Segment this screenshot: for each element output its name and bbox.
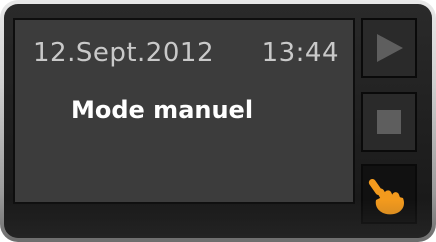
date-display: 12.Sept.2012 <box>33 38 214 68</box>
display-screen: 12.Sept.2012 13:44 Mode manuel <box>13 18 355 204</box>
time-display: 13:44 <box>261 38 339 68</box>
control-panel-device: 12.Sept.2012 13:44 Mode manuel <box>0 0 436 242</box>
glass-reflection <box>4 200 432 238</box>
stop-icon <box>377 110 401 134</box>
mode-label: Mode manuel <box>71 96 254 124</box>
play-icon <box>377 34 403 62</box>
play-button[interactable] <box>361 18 417 78</box>
stop-button[interactable] <box>361 92 417 152</box>
